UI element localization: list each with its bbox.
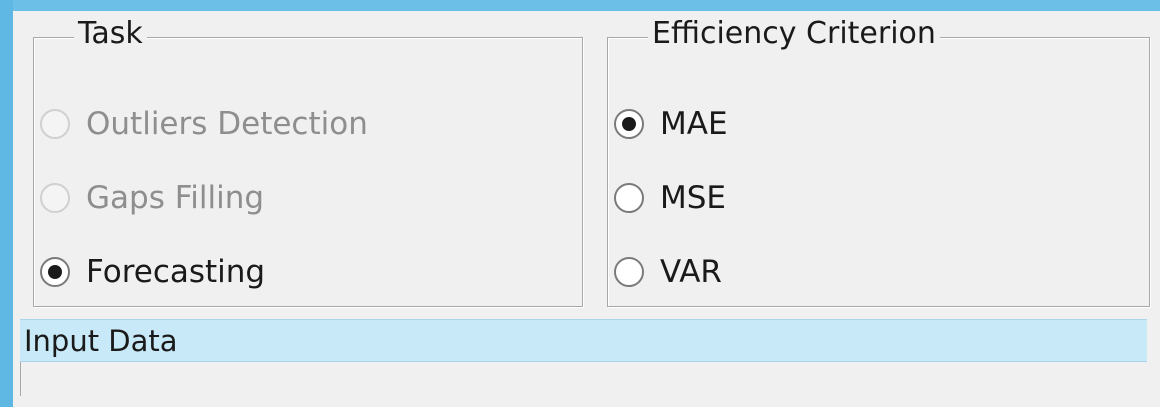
radio-mse[interactable]: MSE [614, 174, 726, 222]
efficiency-group-title: Efficiency Criterion [648, 14, 940, 54]
input-data-title: Input Data [24, 323, 178, 358]
input-data-section-header[interactable]: Input Data [20, 319, 1147, 362]
radio-gaps-filling-label: Gaps Filling [86, 180, 265, 216]
radio-gaps-filling[interactable]: Gaps Filling [40, 174, 264, 222]
task-groupbox: Task Outliers Detection Gaps Filling For… [33, 14, 583, 307]
radio-var[interactable]: VAR [614, 248, 722, 296]
radio-circle-icon [40, 183, 70, 213]
radio-mae-label: MAE [660, 106, 728, 142]
radio-circle-icon [614, 183, 644, 213]
radio-forecasting-label: Forecasting [86, 254, 266, 290]
radio-selected-icon [40, 257, 70, 287]
window-left-border [0, 0, 13, 407]
radio-mae[interactable]: MAE [614, 100, 728, 148]
task-group-title: Task [74, 14, 147, 54]
input-data-content-area [20, 362, 1148, 396]
radio-dot-icon [48, 265, 62, 279]
radio-outliers-detection[interactable]: Outliers Detection [40, 100, 368, 148]
radio-mse-label: MSE [660, 180, 727, 216]
radio-var-label: VAR [660, 254, 722, 290]
window-top-border [0, 0, 1160, 11]
radio-circle-icon [614, 257, 644, 287]
radio-selected-icon [614, 109, 644, 139]
radio-dot-icon [622, 117, 636, 131]
radio-forecasting[interactable]: Forecasting [40, 248, 265, 296]
radio-circle-icon [40, 109, 70, 139]
radio-outliers-detection-label: Outliers Detection [86, 106, 368, 142]
efficiency-criterion-groupbox: Efficiency Criterion MAE MSE VAR [607, 14, 1150, 307]
